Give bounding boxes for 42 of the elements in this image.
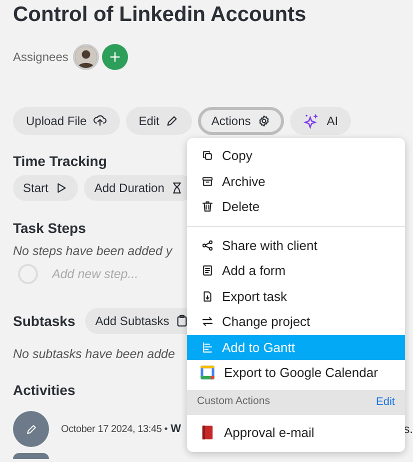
sparkle-icon <box>302 112 321 130</box>
activity-author: W <box>170 422 181 437</box>
empty-note: No steps have been added y <box>13 243 172 259</box>
share-icon <box>201 238 214 252</box>
toolbar-button[interactable]: AI <box>290 107 352 135</box>
edit-link[interactable]: Edit <box>376 394 395 410</box>
custom-actions-label: Custom Actions <box>197 394 270 410</box>
upload-icon <box>92 114 107 128</box>
section-heading: Subtasks <box>13 312 76 330</box>
section-heading: Time Tracking <box>13 152 107 170</box>
toolbar-button[interactable]: Edit <box>126 107 192 135</box>
pencil-icon <box>24 422 38 436</box>
form-icon <box>201 264 214 278</box>
empty-note: No subtasks have been adde <box>13 346 175 362</box>
section-heading: Activities <box>13 381 76 399</box>
page-title: Control of Linkedin Accounts <box>13 2 308 28</box>
add-assignee-button[interactable] <box>102 44 128 70</box>
trash-icon <box>201 200 214 214</box>
toolbar-button[interactable]: Upload File <box>13 107 120 135</box>
section-heading: Task Steps <box>13 219 86 237</box>
menu-item[interactable]: Export task <box>187 284 405 309</box>
menu-item[interactable]: Add a form <box>187 258 405 284</box>
pencil-icon <box>165 114 180 128</box>
file-icon <box>201 290 214 303</box>
menu-item[interactable]: Approval e-mail <box>187 420 405 445</box>
toolbar-button[interactable]: Actions <box>198 107 284 135</box>
copy-icon <box>201 149 214 162</box>
menu-item[interactable]: Copy <box>187 143 405 168</box>
clipboard-icon <box>175 314 190 328</box>
menu-item[interactable]: Export to Google Calendar <box>187 360 405 386</box>
calendar-icon <box>199 364 216 382</box>
assignees-label: Assignees <box>13 49 68 66</box>
user-avatar <box>73 44 100 70</box>
pill-button[interactable]: Start <box>13 175 78 201</box>
plus-icon <box>108 50 122 64</box>
archive-icon <box>201 174 214 188</box>
activity-time: October 17 2024, 13:45 • <box>61 422 168 436</box>
activity-avatar <box>13 453 49 459</box>
menu-item[interactable]: Share with client <box>187 232 405 258</box>
gantt-icon <box>201 340 214 354</box>
settings-icon <box>256 114 271 128</box>
swap-icon <box>201 315 214 328</box>
